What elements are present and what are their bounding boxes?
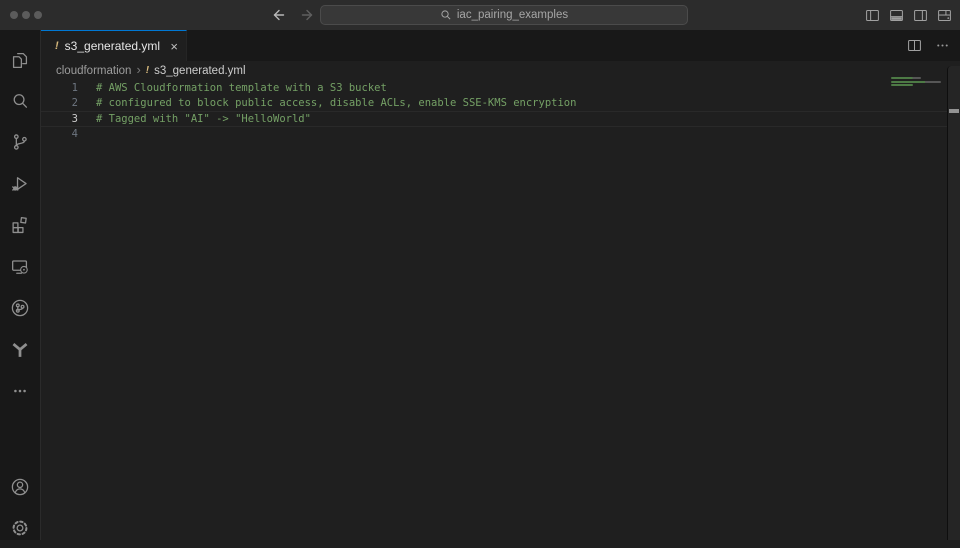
traffic-light-maximize[interactable] bbox=[34, 11, 42, 19]
arrow-right-icon bbox=[303, 11, 312, 20]
activity-search-button[interactable] bbox=[0, 81, 40, 121]
activity-extensions-button[interactable] bbox=[0, 205, 40, 245]
tab-s3-generated-yml[interactable]: ! s3_generated.yml × bbox=[41, 30, 187, 61]
sidebar-left-icon bbox=[865, 8, 880, 23]
back-button[interactable] bbox=[270, 6, 288, 24]
activity-run-debug-button[interactable] bbox=[0, 164, 40, 204]
split-editor-button[interactable] bbox=[906, 38, 922, 54]
forward-button[interactable] bbox=[298, 6, 316, 24]
accounts-button[interactable] bbox=[0, 467, 40, 507]
command-center-text: iac_pairing_examples bbox=[457, 9, 568, 21]
customize-layout-button[interactable] bbox=[936, 7, 952, 23]
code-text: # Tagged with "AI" -> "HelloWorld" bbox=[96, 113, 311, 125]
command-center-search[interactable]: iac_pairing_examples bbox=[320, 5, 688, 25]
settings-gear-icon bbox=[9, 517, 31, 539]
window-controls bbox=[10, 11, 42, 19]
minimap-line-mark bbox=[891, 81, 941, 83]
breadcrumb-warning-icon: ! bbox=[146, 65, 149, 76]
breadcrumb: cloudformation › ! s3_generated.yml bbox=[41, 61, 947, 80]
ellipsis-icon bbox=[9, 380, 31, 402]
chevron-right-icon: › bbox=[136, 62, 140, 77]
extensions-icon bbox=[9, 214, 31, 236]
panel-bottom-icon bbox=[889, 8, 904, 23]
line-number: 1 bbox=[41, 82, 78, 94]
customize-layout-icon bbox=[937, 8, 952, 23]
minimap-line-mark bbox=[891, 77, 921, 79]
toggle-primary-sidebar-button[interactable] bbox=[864, 7, 880, 23]
source-control-icon bbox=[9, 131, 31, 153]
minimap-line-mark bbox=[891, 84, 913, 86]
activity-bar bbox=[0, 30, 41, 540]
tab-warning-icon: ! bbox=[55, 40, 59, 52]
code-text: # AWS Cloudformation template with a S3 … bbox=[96, 82, 387, 94]
activity-git-graph-button[interactable] bbox=[0, 288, 40, 328]
editor-pane[interactable]: 1 # AWS Cloudformation template with a S… bbox=[41, 80, 947, 540]
editor-tab-bar: ! s3_generated.yml × bbox=[41, 30, 960, 61]
code-line-1[interactable]: 1 # AWS Cloudformation template with a S… bbox=[41, 80, 947, 96]
minimap[interactable] bbox=[880, 62, 947, 540]
overview-ruler[interactable] bbox=[947, 66, 960, 540]
git-graph-icon bbox=[9, 297, 31, 319]
line-number: 4 bbox=[41, 128, 78, 140]
panel-fill bbox=[891, 17, 902, 20]
activity-source-control-button[interactable] bbox=[0, 122, 40, 162]
breadcrumb-file[interactable]: s3_generated.yml bbox=[154, 65, 245, 77]
activity-explorer-button[interactable] bbox=[0, 40, 40, 80]
code-line-3-active[interactable]: 3 # Tagged with "AI" -> "HelloWorld" bbox=[41, 111, 947, 127]
sidebar-right-icon bbox=[913, 8, 928, 23]
cursor-position-decoration bbox=[949, 109, 959, 113]
toggle-panel-button[interactable] bbox=[888, 7, 904, 23]
account-icon bbox=[9, 476, 31, 498]
tab-label: s3_generated.yml bbox=[65, 39, 160, 53]
breadcrumb-folder[interactable]: cloudformation bbox=[56, 65, 131, 77]
remote-explorer-icon bbox=[9, 256, 31, 278]
toggle-secondary-sidebar-button[interactable] bbox=[912, 7, 928, 23]
files-icon bbox=[9, 49, 31, 71]
terraform-icon bbox=[9, 339, 31, 361]
ellipsis-icon bbox=[935, 38, 950, 53]
traffic-light-minimize[interactable] bbox=[22, 11, 30, 19]
search-icon bbox=[9, 90, 31, 112]
code-line-4[interactable]: 4 bbox=[41, 127, 947, 143]
arrow-left-icon bbox=[275, 11, 284, 20]
activity-remote-explorer-button[interactable] bbox=[0, 247, 40, 287]
activity-terraform-button[interactable] bbox=[0, 330, 40, 370]
line-number: 3 bbox=[41, 113, 78, 125]
search-icon bbox=[440, 9, 452, 21]
code-line-2[interactable]: 2 # configured to block public access, d… bbox=[41, 96, 947, 112]
traffic-light-close[interactable] bbox=[10, 11, 18, 19]
split-editor-icon bbox=[907, 38, 922, 53]
run-debug-icon bbox=[9, 173, 31, 195]
code-text: # configured to block public access, dis… bbox=[96, 97, 576, 109]
editor-more-actions-button[interactable] bbox=[934, 38, 950, 54]
settings-button[interactable] bbox=[0, 508, 40, 548]
line-number: 2 bbox=[41, 97, 78, 109]
title-bar: iac_pairing_examples bbox=[0, 0, 960, 30]
activity-more-button[interactable] bbox=[0, 371, 40, 411]
tab-close-button[interactable]: × bbox=[170, 40, 178, 53]
